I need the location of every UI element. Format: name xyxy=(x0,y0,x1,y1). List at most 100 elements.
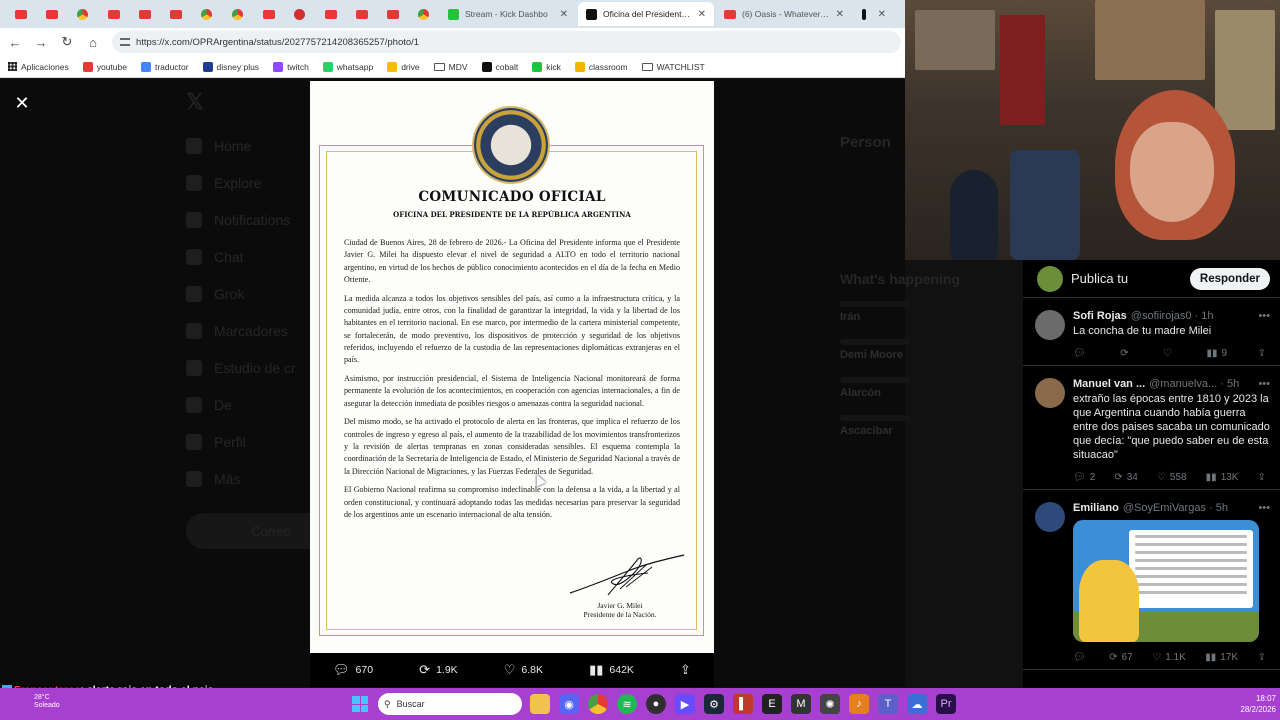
bookmark-item[interactable]: classroom xyxy=(574,61,628,72)
user-avatar[interactable] xyxy=(1035,310,1065,340)
browser-tab-pinned[interactable] xyxy=(99,3,128,25)
browser-tab-pinned[interactable] xyxy=(37,3,66,25)
heart-action[interactable]: ♡ 558 xyxy=(1157,472,1187,483)
close-media-icon[interactable]: ✕ xyxy=(10,91,34,115)
user-name[interactable]: Manuel van ... xyxy=(1073,378,1145,390)
views-action[interactable]: ▮▮ 9 xyxy=(1207,348,1228,359)
url-input[interactable]: https://x.com/OPRArgentina/status/202775… xyxy=(112,31,901,53)
more-options-icon[interactable]: ••• xyxy=(1258,378,1270,390)
repost-action[interactable]: ⟳ 1.9K xyxy=(419,662,458,678)
user-handle[interactable]: @SoyEmiVargas · 5h xyxy=(1123,502,1255,514)
views-action[interactable]: ▮▮ 642K xyxy=(589,662,634,678)
red-app-icon[interactable]: ▌ xyxy=(733,694,753,714)
bookmark-item[interactable]: cobalt xyxy=(481,61,518,72)
bookmark-item[interactable]: drive xyxy=(387,61,420,72)
steam-icon[interactable]: ⚙ xyxy=(704,694,724,714)
close-tab-icon[interactable]: ✕ xyxy=(560,9,568,20)
share-icon[interactable]: ⇪ xyxy=(1258,652,1266,663)
reply-submit-button[interactable]: Responder xyxy=(1189,267,1270,290)
browser-tab-pinned[interactable] xyxy=(6,3,35,25)
browser-tab[interactable]: TO✕ xyxy=(854,2,894,26)
browser-tab[interactable]: (6) Oasis - Whatever / L ✕ xyxy=(716,2,852,26)
share-action[interactable]: ⇪ xyxy=(680,662,691,678)
reply-action[interactable]: 💬︎ xyxy=(1073,652,1090,663)
browser-tab-pinned[interactable] xyxy=(161,3,190,25)
bookmark-item[interactable]: WATCHLIST xyxy=(641,62,705,72)
heart-action[interactable]: ♡ 1.1K xyxy=(1152,652,1186,663)
bookmark-item[interactable]: Aplicaciones xyxy=(8,62,69,72)
bookmark-item[interactable]: traductor xyxy=(140,61,189,72)
browser-tab-pinned[interactable] xyxy=(316,3,345,25)
reply-action[interactable]: 💬︎ xyxy=(1073,348,1090,359)
discord-icon[interactable]: ◉ xyxy=(559,694,579,714)
openai-icon[interactable]: ✺ xyxy=(820,694,840,714)
bookmark-item[interactable]: MDV xyxy=(433,62,468,72)
fl-studio-icon[interactable]: ♪ xyxy=(849,694,869,714)
close-tab-icon[interactable]: ✕ xyxy=(836,9,844,20)
reply-media-image[interactable] xyxy=(1073,520,1259,642)
share-icon[interactable]: ⇪ xyxy=(1258,472,1266,483)
close-tab-icon[interactable]: ✕ xyxy=(878,9,886,20)
reply-input[interactable]: Publica tu xyxy=(1071,271,1182,286)
user-name[interactable]: Emiliano xyxy=(1073,502,1119,514)
spotify-icon[interactable]: ≋ xyxy=(617,694,637,714)
like-action[interactable]: ♡ 6.8K xyxy=(504,662,543,678)
user-avatar[interactable] xyxy=(1035,502,1065,532)
browser-tab-pinned[interactable] xyxy=(378,3,407,25)
browser-tab-pinned[interactable] xyxy=(68,3,97,25)
weather-widget[interactable]: 28°C Soleado xyxy=(34,694,60,710)
x-nav-item: Home xyxy=(186,127,316,164)
views-action[interactable]: ▮▮ 17K xyxy=(1205,652,1238,663)
user-avatar[interactable] xyxy=(1035,378,1065,408)
browser-tab-pinned[interactable] xyxy=(347,3,376,25)
heart-action[interactable]: ♡ xyxy=(1163,348,1176,359)
reply-action[interactable]: 💬︎ 670 xyxy=(333,662,373,678)
epic-icon[interactable]: E xyxy=(762,694,782,714)
back-icon[interactable]: ← xyxy=(8,35,22,50)
views-action[interactable]: ▮▮ 13K xyxy=(1206,472,1239,483)
browser-tab-pinned[interactable] xyxy=(223,3,252,25)
home-icon[interactable]: ⌂ xyxy=(86,35,100,50)
user-handle[interactable]: @sofiirojas0 · 1h xyxy=(1131,310,1255,322)
bookmark-item[interactable]: disney plus xyxy=(202,61,259,72)
browser-tab[interactable]: Stream - Kick Dashbo ✕ xyxy=(440,2,576,26)
browser-tab-pinned[interactable] xyxy=(130,3,159,25)
browser-tab-pinned[interactable] xyxy=(409,3,438,25)
close-tab-icon[interactable]: ✕ xyxy=(698,9,706,20)
browser-tab-pinned[interactable] xyxy=(254,3,283,25)
repost-action[interactable]: ⟳ xyxy=(1120,348,1132,359)
premiere-icon[interactable]: Pr xyxy=(936,694,956,714)
bookmark-item[interactable]: twitch xyxy=(273,61,309,72)
taskbar-clock[interactable]: 18:07 28/2/2026 xyxy=(1206,693,1276,715)
user-handle[interactable]: @manuelva... · 5h xyxy=(1149,378,1254,390)
teams-icon[interactable]: T xyxy=(878,694,898,714)
forward-icon[interactable]: → xyxy=(34,35,48,50)
more-options-icon[interactable]: ••• xyxy=(1258,502,1270,514)
arrow-app-icon[interactable]: ▶ xyxy=(675,694,695,714)
signer-block: Javier G. Milei Presidente de la Nación. xyxy=(560,601,680,619)
taskbar-search[interactable]: ⚲ Buscar xyxy=(378,693,522,715)
file-explorer-icon[interactable] xyxy=(530,694,550,714)
browser-tab-pinned[interactable] xyxy=(285,3,314,25)
cloud-app-icon[interactable]: ☁ xyxy=(907,694,927,714)
repost-action[interactable]: ⟳ 34 xyxy=(1114,472,1138,483)
obs-icon[interactable]: ● xyxy=(646,694,666,714)
reload-icon[interactable]: ↻ xyxy=(60,34,74,50)
browser-tab-pinned[interactable] xyxy=(192,3,221,25)
bookmark-item[interactable]: whatsapp xyxy=(322,61,373,72)
youtube-icon xyxy=(14,9,27,19)
reply-action[interactable]: 💬︎ 2 xyxy=(1073,472,1095,483)
share-icon[interactable]: ⇪ xyxy=(1258,348,1266,359)
more-options-icon[interactable]: ••• xyxy=(1258,310,1270,322)
chrome-icon[interactable] xyxy=(588,694,608,714)
site-info-icon[interactable] xyxy=(120,38,130,46)
trend-item: Alarcón xyxy=(840,387,881,399)
bookmark-item[interactable]: youtube xyxy=(82,61,127,72)
repost-action[interactable]: ⟳ 67 xyxy=(1109,652,1133,663)
windows-start-icon[interactable] xyxy=(352,696,368,712)
document-app-icon[interactable]: M xyxy=(791,694,811,714)
browser-tab[interactable]: Oficina del Presidente or ✕ xyxy=(578,2,714,26)
trend-item: Demi Moore xyxy=(840,349,903,361)
bookmark-item[interactable]: kick xyxy=(532,61,561,72)
user-name[interactable]: Sofi Rojas xyxy=(1073,310,1127,322)
